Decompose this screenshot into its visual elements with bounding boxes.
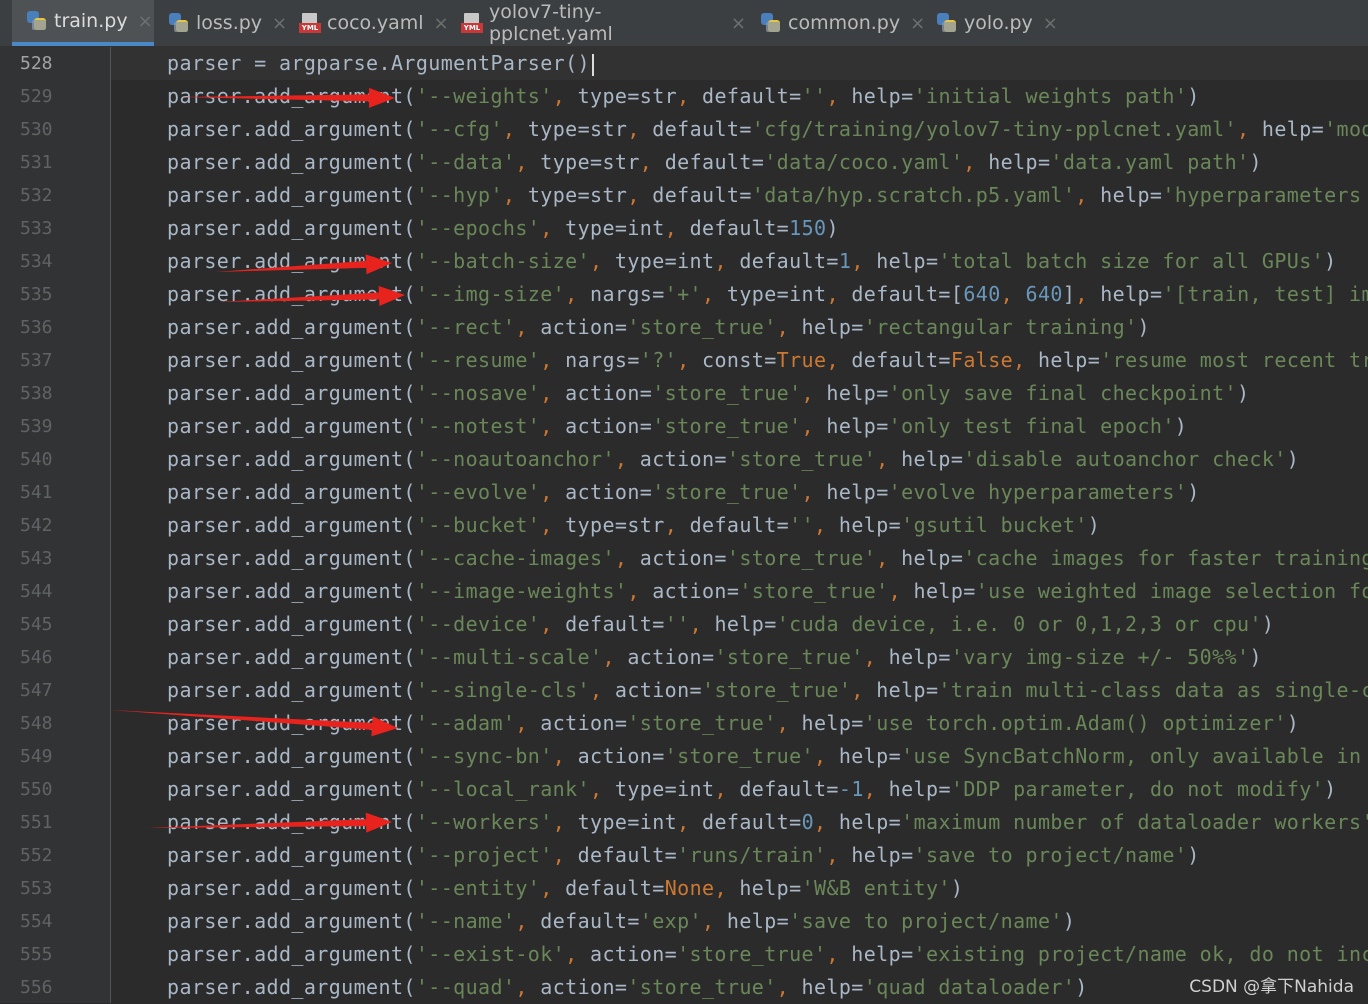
tab-label: train.py bbox=[54, 10, 128, 32]
python-file-icon bbox=[168, 12, 190, 34]
code-line[interactable]: parser.add_argument('--batch-size', type… bbox=[167, 245, 1337, 278]
code-line[interactable]: parser.add_argument('--workers', type=in… bbox=[167, 806, 1368, 839]
code-line[interactable]: parser.add_argument('--project', default… bbox=[167, 839, 1200, 872]
line-number: 529 bbox=[20, 86, 53, 107]
python-file-icon bbox=[26, 10, 48, 32]
code-line[interactable]: parser.add_argument('--noautoanchor', ac… bbox=[167, 443, 1299, 476]
code-line[interactable]: parser.add_argument('--adam', action='st… bbox=[167, 707, 1299, 740]
code-line[interactable]: parser.add_argument('--exist-ok', action… bbox=[167, 938, 1368, 971]
line-number: 546 bbox=[20, 647, 53, 668]
code-line[interactable]: parser.add_argument('--local_rank', type… bbox=[167, 773, 1337, 806]
code-line[interactable]: parser = argparse.ArgumentParser() bbox=[167, 47, 594, 80]
code-line[interactable]: parser.add_argument('--multi-scale', act… bbox=[167, 641, 1262, 674]
line-number: 552 bbox=[20, 845, 53, 866]
close-tab-icon[interactable]: × bbox=[731, 13, 746, 34]
code-line[interactable]: parser.add_argument('--hyp', type=str, d… bbox=[167, 179, 1368, 212]
line-number: 545 bbox=[20, 614, 53, 635]
line-number: 541 bbox=[20, 482, 53, 503]
tab-label: loss.py bbox=[196, 12, 263, 34]
tab-yolo-py[interactable]: yolo.py × bbox=[922, 0, 1058, 46]
yaml-file-icon: YML bbox=[299, 12, 321, 34]
tab-loss-py[interactable]: loss.py × bbox=[154, 0, 287, 46]
code-line[interactable]: parser.add_argument('--weights', type=st… bbox=[167, 80, 1200, 113]
code-line[interactable]: parser.add_argument('--epochs', type=int… bbox=[167, 212, 839, 245]
close-tab-icon[interactable]: × bbox=[1043, 13, 1058, 34]
line-number: 537 bbox=[20, 350, 53, 371]
code-line[interactable]: parser.add_argument('--image-weights', a… bbox=[167, 575, 1368, 608]
close-tab-icon[interactable]: × bbox=[138, 11, 153, 32]
code-line[interactable]: parser.add_argument('--cfg', type=str, d… bbox=[167, 113, 1368, 146]
code-line[interactable]: parser.add_argument('--cache-images', ac… bbox=[167, 542, 1368, 575]
line-number: 543 bbox=[20, 548, 53, 569]
line-number: 547 bbox=[20, 680, 53, 701]
line-number: 542 bbox=[20, 515, 53, 536]
line-number: 538 bbox=[20, 383, 53, 404]
text-cursor bbox=[592, 53, 594, 76]
tab-yolov7-tiny-pplcnet-yaml[interactable]: YML yolov7-tiny-pplcnet.yaml × bbox=[447, 0, 746, 46]
tab-label: common.py bbox=[788, 12, 901, 34]
code-line[interactable]: parser.add_argument('--entity', default=… bbox=[167, 872, 963, 905]
line-number: 535 bbox=[20, 284, 53, 305]
line-number: 550 bbox=[20, 779, 53, 800]
code-line[interactable]: parser.add_argument('--img-size', nargs=… bbox=[167, 278, 1368, 311]
line-number: 554 bbox=[20, 911, 53, 932]
line-number: 555 bbox=[20, 944, 53, 965]
line-number: 551 bbox=[20, 812, 53, 833]
python-file-icon bbox=[760, 12, 782, 34]
tab-label: yolo.py bbox=[964, 12, 1033, 34]
editor-tab-bar: train.py × loss.py × YML coco.yaml × YML yolov7-… bbox=[0, 0, 1368, 47]
line-number: 544 bbox=[20, 581, 53, 602]
line-number: 530 bbox=[20, 119, 53, 140]
code-line[interactable]: parser.add_argument('--single-cls', acti… bbox=[167, 674, 1368, 707]
line-number: 534 bbox=[20, 251, 53, 272]
code-line[interactable]: parser.add_argument('--nosave', action='… bbox=[167, 377, 1249, 410]
line-number: 548 bbox=[20, 713, 53, 734]
tab-common-py[interactable]: common.py × bbox=[746, 0, 925, 46]
csdn-watermark: CSDN @拿下Nahida bbox=[1189, 977, 1354, 997]
code-line[interactable]: parser.add_argument('--name', default='e… bbox=[167, 905, 1075, 938]
tab-train-py[interactable]: train.py × bbox=[12, 0, 154, 46]
yaml-file-icon: YML bbox=[461, 12, 483, 34]
code-line[interactable]: parser.add_argument('--notest', action='… bbox=[167, 410, 1187, 443]
line-number: 533 bbox=[20, 218, 53, 239]
code-line[interactable]: parser.add_argument('--resume', nargs='?… bbox=[167, 344, 1368, 377]
line-number: 539 bbox=[20, 416, 53, 437]
python-file-icon bbox=[936, 12, 958, 34]
line-number-gutter: 528 529 530 531 532 533 534 535 536 537 538 539 540 5… bbox=[0, 47, 111, 1003]
line-number: 549 bbox=[20, 746, 53, 767]
code-line[interactable]: parser.add_argument('--evolve', action='… bbox=[167, 476, 1200, 509]
line-number: 540 bbox=[20, 449, 53, 470]
line-number: 556 bbox=[20, 977, 53, 998]
line-number: 531 bbox=[20, 152, 53, 173]
code-line[interactable]: parser.add_argument('--device', default=… bbox=[167, 608, 1274, 641]
code-line[interactable]: parser.add_argument('--data', type=str, … bbox=[167, 146, 1262, 179]
code-line[interactable]: parser.add_argument('--quad', action='st… bbox=[167, 971, 1088, 1003]
code-line[interactable]: parser.add_argument('--bucket', type=str… bbox=[167, 509, 1100, 542]
tab-label: coco.yaml bbox=[327, 12, 424, 34]
code-editor[interactable]: parser = argparse.ArgumentParser() parser… bbox=[111, 47, 1368, 1003]
tab-coco-yaml[interactable]: YML coco.yaml × bbox=[285, 0, 449, 46]
line-number: 532 bbox=[20, 185, 53, 206]
line-number: 536 bbox=[20, 317, 53, 338]
code-line[interactable]: parser.add_argument('--rect', action='st… bbox=[167, 311, 1150, 344]
line-number: 528 bbox=[20, 53, 53, 74]
code-line[interactable]: parser.add_argument('--sync-bn', action=… bbox=[167, 740, 1368, 773]
line-number: 553 bbox=[20, 878, 53, 899]
tab-label: yolov7-tiny-pplcnet.yaml bbox=[489, 1, 613, 45]
